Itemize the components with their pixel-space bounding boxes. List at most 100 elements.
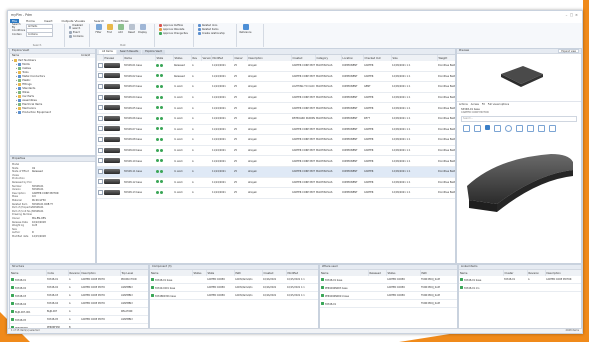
zoom-icon[interactable] — [494, 125, 501, 132]
item-name[interactable]: S5348-10 base — [123, 155, 155, 167]
option-exact[interactable]: Exact — [69, 31, 87, 34]
item-name[interactable]: S5348-13 base — [123, 187, 155, 199]
table-row[interactable]: S5348-02 S5348-02 A CARTER CORP MOTO ASSEMBL… — [10, 283, 148, 292]
table-row[interactable]: PPR9040N003 base CARTER CORPO TURN PROJ_SA… — [320, 283, 457, 292]
menu-workflows[interactable]: Workflows — [111, 19, 130, 23]
table-row[interactable]: S5348-06 base In work A 11/24/2021 25 ahayek K… — [97, 113, 455, 125]
home-view-icon[interactable] — [463, 125, 470, 132]
table-row[interactable]: S5348-05 base In work A 11/24/2021 25 ahayek C… — [97, 102, 455, 114]
option-disabled-search[interactable]: Disabled search — [69, 24, 87, 30]
3d-model-viewer[interactable] — [457, 134, 581, 230]
tab-all-items[interactable]: All items — [99, 50, 116, 54]
checkbox-icon[interactable] — [98, 147, 103, 153]
table-row[interactable]: S5348-03 S5348-03 A CARTER CORP MOTO ASSEMBL… — [10, 291, 148, 300]
section-icon[interactable] — [527, 125, 534, 132]
add-icon[interactable] — [516, 125, 523, 132]
table-row[interactable]: S5348-01 base S5348-01 A CARTER CORP MOTOR — [459, 276, 581, 284]
table-row[interactable]: S5348-07 base In work A 11/24/2021 25 ahayek C… — [97, 124, 455, 136]
settings-icon[interactable] — [549, 125, 556, 132]
checkbox-icon[interactable] — [98, 83, 103, 89]
reference-button[interactable]: Reference — [239, 24, 252, 34]
part-icon — [460, 285, 463, 289]
reset-button[interactable]: Reset — [127, 24, 136, 34]
item-name[interactable]: S5348-02 base — [123, 71, 155, 83]
menu-insert[interactable]: Insert — [42, 19, 55, 23]
item-name[interactable]: S5348-01 base — [123, 61, 155, 72]
measure-icon[interactable] — [538, 125, 545, 132]
table-row[interactable]: S5348-09 base In work A 11/24/2021 25 ahayek C… — [97, 145, 455, 157]
find-button[interactable]: Find — [105, 24, 114, 34]
checkbox-icon[interactable] — [98, 126, 103, 132]
menu-home[interactable]: Home — [24, 19, 37, 23]
item-name[interactable]: S5348-09 base — [123, 145, 155, 157]
table-row[interactable]: S5348-03 base In work A 11/24/2021 25 ahayek L… — [97, 81, 455, 93]
option-contains[interactable]: Contains — [69, 35, 87, 38]
table-row[interactable]: S5348-01 S5348-01 A CARTER CORP MOTO PRODUCT… — [10, 276, 148, 284]
checkbox-icon[interactable] — [98, 105, 103, 111]
table-row[interactable]: S5348-01 base Released A 11/24/2021 25 ahayek… — [97, 61, 455, 72]
tree-item[interactable]: ▸ Production Equipment — [12, 111, 93, 115]
table-row[interactable]: S5348-13 base In work A 11/24/2021 25 ahayek C… — [97, 187, 455, 199]
table-row[interactable]: S5348-01 mo — [459, 283, 581, 292]
checkbox-icon[interactable] — [98, 94, 103, 100]
sphere-icon[interactable] — [505, 125, 512, 132]
table-row[interactable]: BLJR-007-001 BLJR-007 A RELATION — [10, 307, 148, 316]
preview-search-input[interactable]: Search... — [461, 116, 577, 122]
table-row[interactable]: S5348-01 base CARTER CORPO TURN PROJ_SAM — [320, 276, 457, 284]
menu-outputs[interactable]: Outputs Visuals — [60, 19, 87, 23]
item-name[interactable]: S5348-07 base — [123, 124, 155, 136]
item-name[interactable]: S5348-06 base — [123, 113, 155, 125]
expand-view-button[interactable]: Expand view — [558, 49, 579, 53]
table-row[interactable]: S5348-10 base In work A 11/24/2021 25 ahayek C… — [97, 155, 455, 167]
checkbox-icon[interactable] — [98, 73, 103, 79]
rotate-icon[interactable] — [474, 125, 481, 132]
expand-chevron-icon[interactable]: ▸ — [12, 59, 13, 63]
approve-change-button[interactable]: Approve Change Rev — [159, 32, 191, 35]
menu-file[interactable]: File — [10, 18, 20, 23]
table-row[interactable]: S5348-01 TURN PROJ_SAM — [320, 299, 457, 308]
table-row[interactable]: S5348-02 base Released A 11/24/2021 25 ahayek… — [97, 71, 455, 83]
table-row[interactable]: S5348-12 base In work A 11/24/2021 25 ahayek C… — [97, 177, 455, 189]
filter-button[interactable]: Filter — [94, 24, 103, 34]
checkbox-icon[interactable] — [98, 62, 103, 68]
item-name[interactable]: S5348-03 base — [123, 81, 155, 93]
item-name[interactable]: S5348-04 base — [123, 92, 155, 104]
item-name[interactable]: S5348-08 base — [123, 134, 155, 146]
checkbox-icon[interactable] — [98, 189, 103, 195]
preview-nav-fit[interactable]: Fit — [482, 103, 485, 106]
contain-input[interactable]: Contains — [26, 31, 53, 37]
expand-chevron-icon[interactable]: ▸ — [16, 111, 17, 115]
tab-search-results[interactable]: Search Results — [116, 50, 142, 54]
table-row[interactable]: PPR9040N0021 base CARTER CORPO TURN PROJ_S… — [320, 291, 457, 300]
checkbox-icon[interactable] — [98, 168, 103, 174]
table-row[interactable]: S5348-04 S5348-04 A CARTER CORP MOTO ASSEMBL… — [10, 299, 148, 308]
approve-obsolete-button[interactable]: Approve Obsolete — [159, 28, 191, 31]
preview-nav-access[interactable]: Access — [471, 103, 479, 106]
checkbox-icon[interactable] — [98, 179, 103, 185]
checkbox-icon[interactable] — [98, 136, 103, 142]
table-row[interactable]: S5348R0301 base CARTER CORPO CADS\Items\Do… — [150, 291, 318, 300]
table-row[interactable]: S5348-05 S5348-05 A CARTER CORP MOTO ASSEMBL… — [10, 315, 148, 324]
table-row[interactable]: S5348-11 base In work A 11/24/2021 25 ahayek C… — [97, 166, 455, 178]
table-row[interactable]: S5348-04 base In work A 11/24/2021 25 ahayek C… — [97, 92, 455, 104]
item-name[interactable]: S5348-11 base — [123, 166, 155, 178]
preview-nav-actions[interactable]: Actions — [459, 103, 468, 106]
table-row[interactable]: S5348-01 base CARTER CORPO CADS\Items\Do 10… — [150, 276, 318, 284]
pan-icon[interactable] — [485, 125, 490, 130]
display-button[interactable]: Display — [138, 24, 147, 34]
approve-outflow-button[interactable]: Approve Outflow — [159, 24, 191, 27]
menu-search[interactable]: Search — [92, 19, 106, 23]
preview-nav-full[interactable]: Full visual options — [488, 103, 509, 106]
table-row[interactable]: S5349-0201 base CARTER CORPO CADS\Items\Do… — [150, 283, 318, 292]
table-row[interactable]: S5348-08 base In work A 11/24/2021 25 ahayek C… — [97, 134, 455, 146]
checkbox-icon[interactable] — [98, 158, 103, 164]
add-button[interactable]: Add — [116, 24, 125, 34]
related-docs-button[interactable]: Related docs — [198, 24, 234, 27]
close-icon[interactable]: × — [574, 13, 579, 17]
item-name[interactable]: S5348-05 base — [123, 102, 155, 114]
related-items-button[interactable]: Related items — [198, 28, 234, 31]
create-relationship-button[interactable]: Create relationship — [198, 32, 234, 35]
item-name[interactable]: S5348-12 base — [123, 177, 155, 189]
checkbox-icon[interactable] — [98, 115, 103, 121]
tab-explore-vault[interactable]: Explore Vault — [142, 50, 165, 54]
